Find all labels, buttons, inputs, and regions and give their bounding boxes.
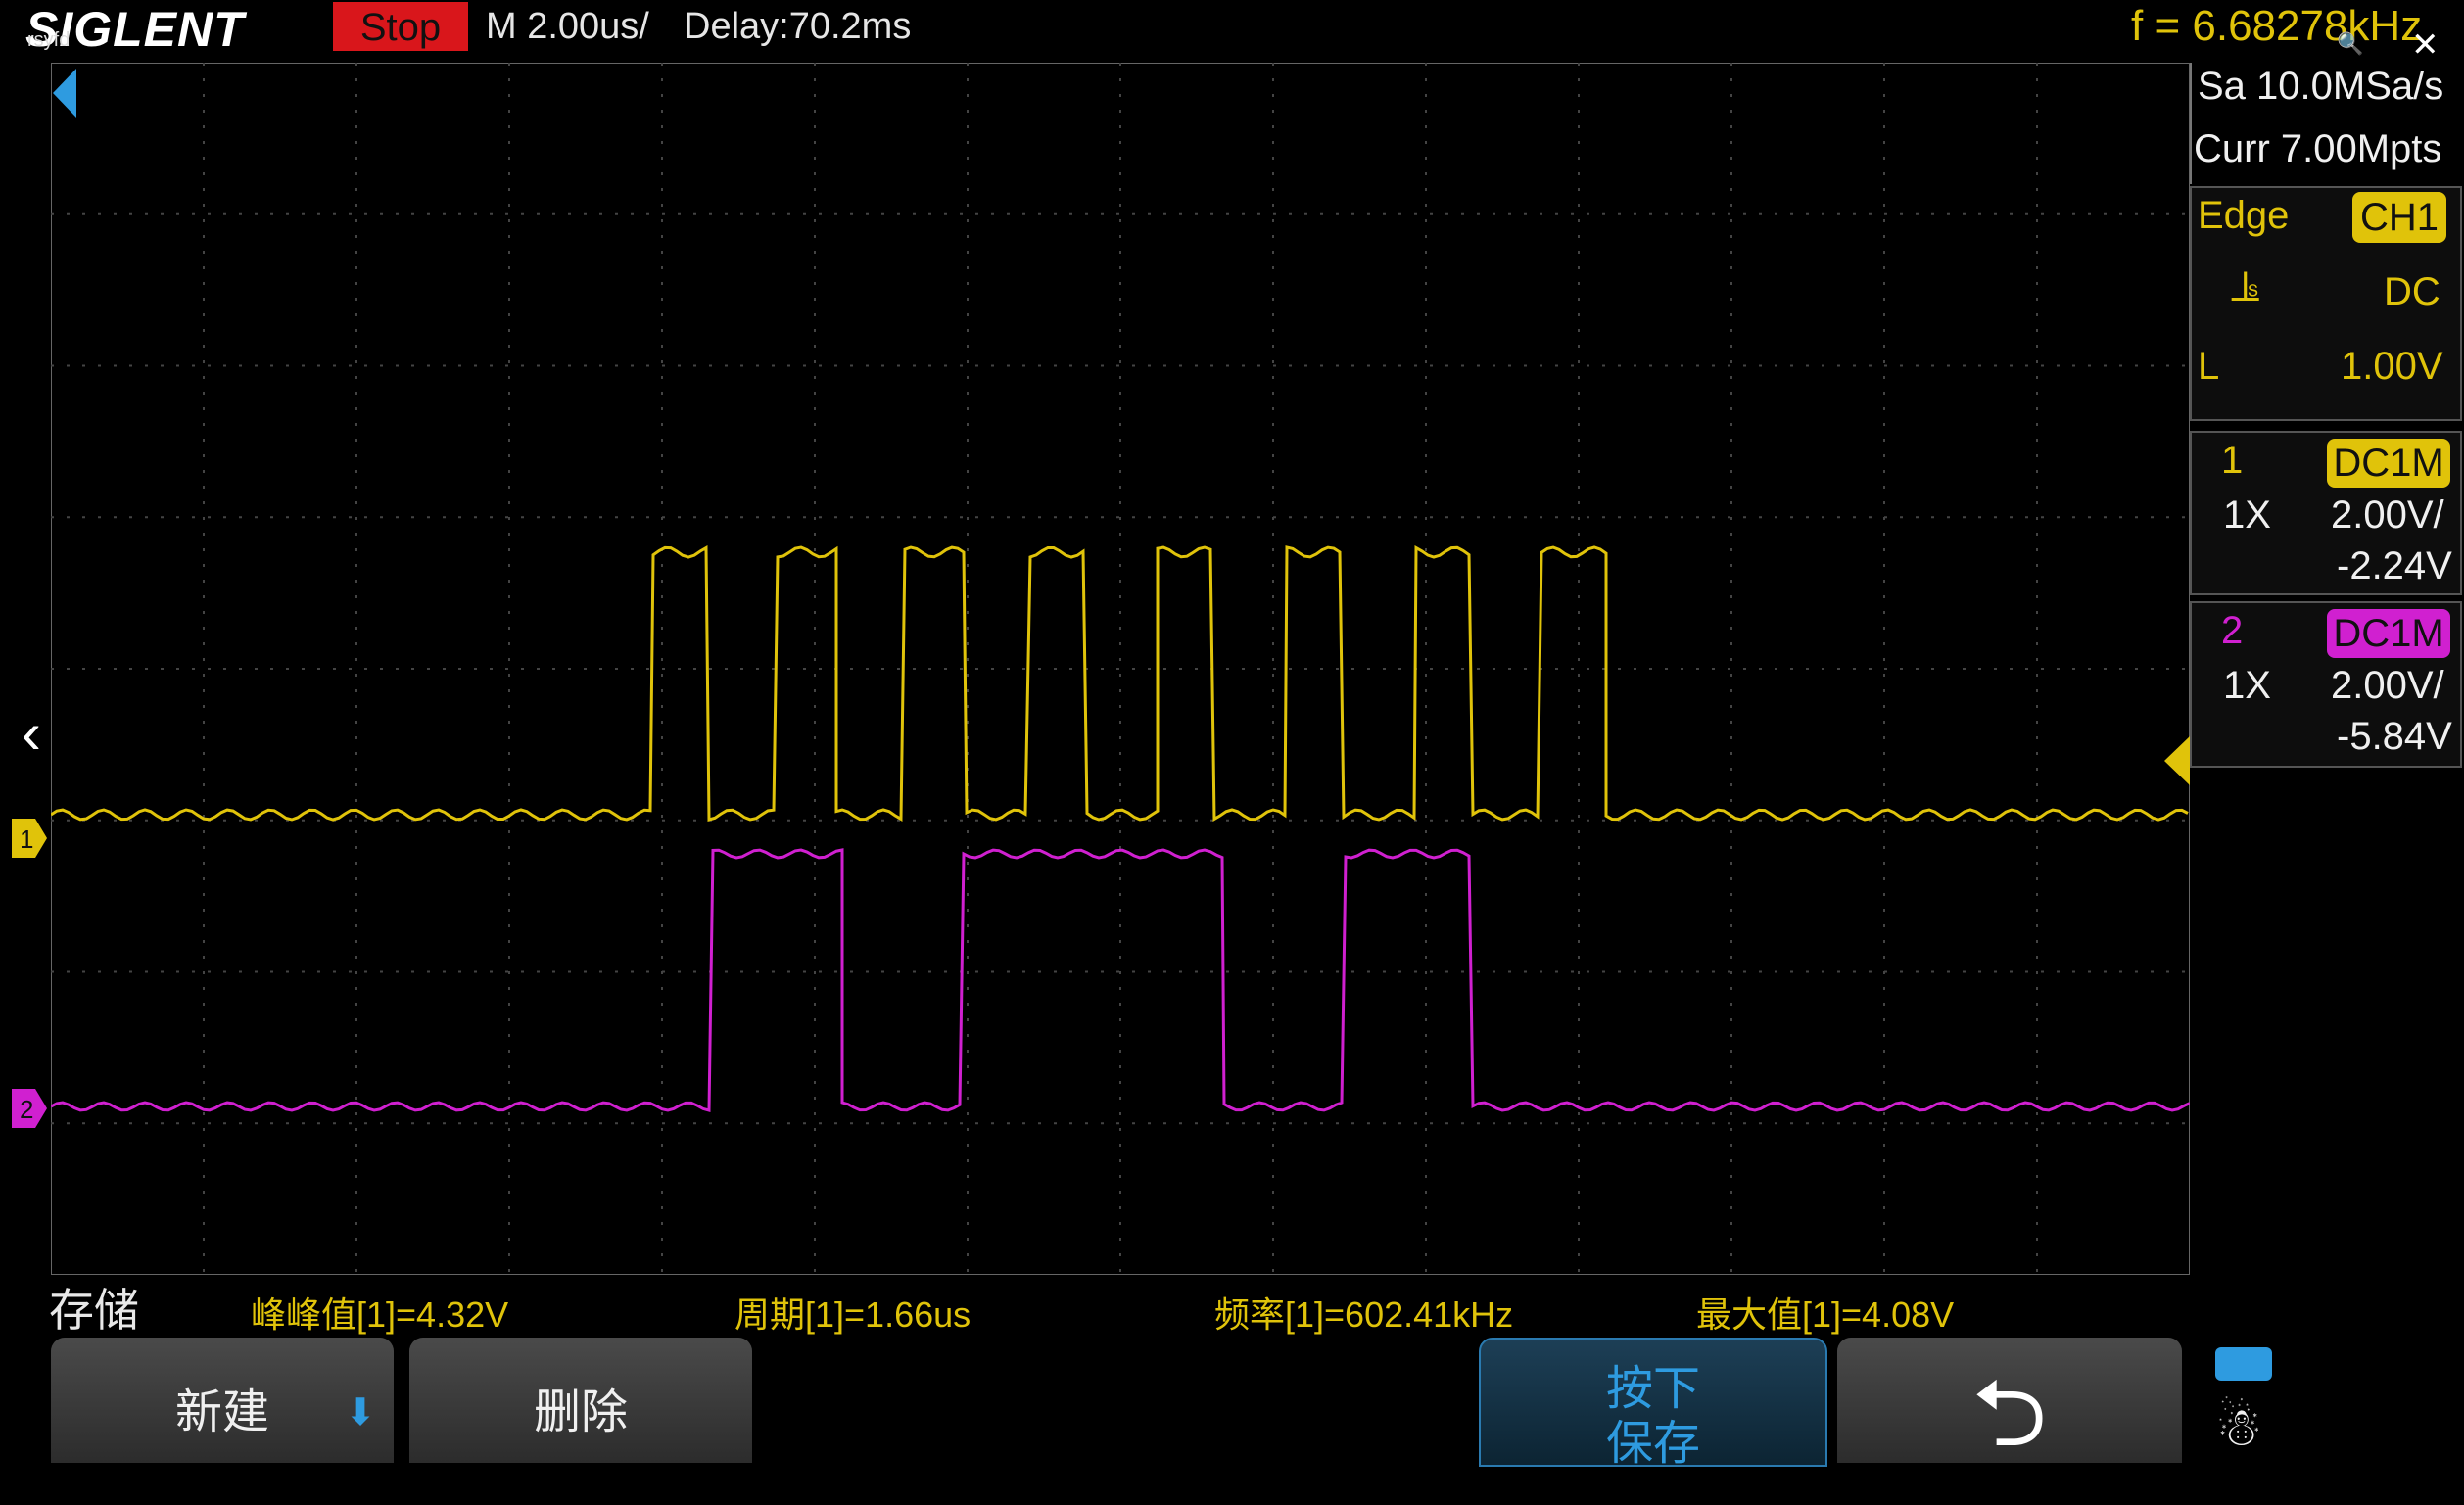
ch2-offset-marker[interactable]: 2 bbox=[12, 1089, 51, 1128]
ch1-offset: -2.24V bbox=[2337, 544, 2452, 588]
ch1-offset-marker[interactable]: 1 bbox=[12, 819, 51, 858]
ch2-probe: 1X bbox=[2223, 664, 2271, 707]
ch1-number: 1 bbox=[2221, 439, 2244, 482]
delete-button-label: 删除 bbox=[533, 1387, 628, 1438]
measurement-frequency: 频率[1]=602.41kHz bbox=[1214, 1294, 1514, 1335]
svg-text:2: 2 bbox=[20, 1095, 33, 1124]
sample-rate: Sa 10.0MSa/s bbox=[2198, 65, 2444, 108]
ch2-number: 2 bbox=[2221, 609, 2244, 652]
return-icon: ⮌ bbox=[1971, 1361, 2048, 1466]
chevron-left-icon[interactable]: ‹ bbox=[22, 699, 41, 767]
ch2-scale: 2.00V/ bbox=[2331, 664, 2444, 707]
ch2-offset: -5.84V bbox=[2337, 715, 2452, 758]
arrow-down-icon: ⬇ bbox=[345, 1392, 376, 1434]
new-button[interactable]: 新建 ⬇ bbox=[51, 1338, 394, 1463]
frequency-counter: f = 6.68278kHz bbox=[2131, 2, 2423, 50]
ch2-coupling-badge: DC1M bbox=[2327, 609, 2450, 658]
zoom-icon[interactable]: 🔍 bbox=[2337, 31, 2363, 57]
measurement-maximum: 最大值[1]=4.08V bbox=[1696, 1294, 1955, 1335]
network-icon: ☃ bbox=[2215, 1398, 2263, 1457]
delay-readout[interactable]: Delay:70.2ms bbox=[684, 6, 911, 48]
softkey-blank bbox=[768, 1338, 1465, 1463]
menu-title: 存储 bbox=[49, 1285, 139, 1336]
measurement-peak-to-peak: 峰峰值[1]=4.32V bbox=[251, 1294, 509, 1335]
close-icon[interactable]: ✕ bbox=[2411, 25, 2440, 65]
back-button[interactable]: ⮌ bbox=[1837, 1338, 2182, 1466]
memory-depth: Curr 7.00Mpts bbox=[2194, 127, 2442, 170]
trigger-source-badge: CH1 bbox=[2352, 192, 2446, 243]
timebase-readout[interactable]: M 2.00us/ bbox=[486, 6, 649, 48]
ch1-scale: 2.00V/ bbox=[2331, 494, 2444, 537]
trigger-position-marker[interactable] bbox=[51, 69, 80, 118]
waveform-display[interactable] bbox=[51, 63, 2190, 1275]
logo-subtext: rsyfd bbox=[27, 29, 71, 51]
press-to-save-button[interactable]: 按下 保存 bbox=[1479, 1338, 1827, 1470]
ch1-coupling-badge: DC1M bbox=[2327, 439, 2450, 488]
new-button-label: 新建 bbox=[174, 1387, 269, 1438]
waveform-grid bbox=[51, 63, 2190, 1275]
rising-edge-icon: ⫡ bbox=[2231, 262, 2260, 310]
delete-button[interactable]: 删除 bbox=[409, 1338, 752, 1463]
ch1-probe: 1X bbox=[2223, 494, 2271, 537]
trigger-coupling: DC bbox=[2384, 270, 2440, 313]
run-stop-status[interactable]: Stop bbox=[333, 2, 468, 51]
measurement-period: 周期[1]=1.66us bbox=[734, 1294, 971, 1335]
trigger-level-marker[interactable] bbox=[2162, 736, 2192, 785]
trigger-type: Edge bbox=[2198, 194, 2290, 237]
trigger-level-label: L bbox=[2198, 345, 2220, 388]
trigger-level: 1.00V bbox=[2341, 345, 2443, 388]
usb-icon bbox=[2215, 1347, 2272, 1381]
svg-text:1: 1 bbox=[20, 824, 33, 854]
